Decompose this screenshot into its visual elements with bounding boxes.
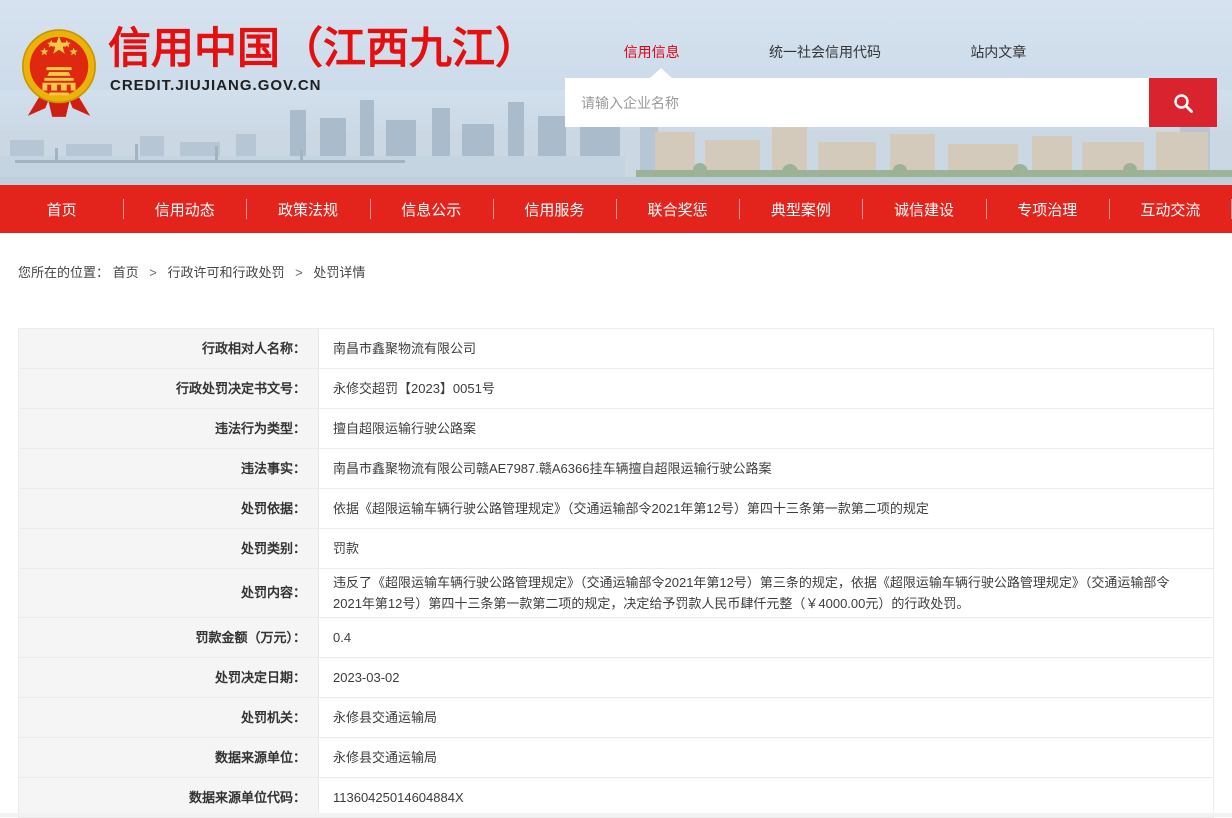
field-value: 依据《超限运输车辆行驶公路管理规定》（交通运输部令2021年第12号）第四十三条… (319, 489, 1213, 528)
nav-item-policies-regulations[interactable]: 政策法规 (246, 185, 369, 233)
search-box (565, 78, 1217, 127)
field-label: 处罚依据： (19, 489, 319, 528)
row-penalty-basis: 处罚依据： 依据《超限运输车辆行驶公路管理规定》（交通运输部令2021年第12号… (19, 489, 1213, 529)
brand-text: 信用中国（江西九江） CREDIT.JIUJIANG.GOV.CN (108, 26, 538, 94)
field-label: 违法事实： (19, 449, 319, 488)
search-tabs: 信用信息 统一社会信用代码 站内文章 (565, 42, 1085, 62)
search-tab-credit-info[interactable]: 信用信息 (565, 42, 738, 62)
site-logo: 信用中国（江西九江） CREDIT.JIUJIANG.GOV.CN (20, 26, 538, 120)
row-decision-document-number: 行政处罚决定书文号： 永修交超罚【2023】0051号 (19, 369, 1213, 409)
field-label: 处罚决定日期： (19, 658, 319, 697)
breadcrumb: 您所在的位置： 首页 > 行政许可和行政处罚 > 处罚详情 (18, 263, 1214, 283)
nav-item-typical-cases[interactable]: 典型案例 (739, 185, 862, 233)
field-value: 南昌市鑫聚物流有限公司 (319, 329, 1213, 368)
main-nav: 首页 信用动态 政策法规 信息公示 信用服务 联合奖惩 典型案例 诚信建设 专项… (0, 185, 1232, 233)
field-value: 擅自超限运输行驶公路案 (319, 409, 1213, 448)
field-value: 南昌市鑫聚物流有限公司赣AE7987.赣A6366挂车辆擅自超限运输行驶公路案 (319, 449, 1213, 488)
row-decision-date: 处罚决定日期： 2023-03-02 (19, 658, 1213, 698)
row-data-source-unit-code: 数据来源单位代码： 11360425014604884X (19, 778, 1213, 818)
search-input[interactable] (565, 78, 1149, 127)
row-party-name: 行政相对人名称： 南昌市鑫聚物流有限公司 (19, 329, 1213, 369)
field-value: 0.4 (319, 618, 1213, 657)
field-label: 处罚类别： (19, 529, 319, 568)
field-value: 违反了《超限运输车辆行驶公路管理规定》（交通运输部令2021年第12号）第三条的… (319, 569, 1213, 617)
search-tab-unified-social-credit-code[interactable]: 统一社会信用代码 (738, 42, 911, 62)
breadcrumb-home[interactable]: 首页 (113, 265, 139, 280)
row-data-source-unit: 数据来源单位： 永修县交通运输局 (19, 738, 1213, 778)
field-label: 违法行为类型： (19, 409, 319, 448)
nav-item-home[interactable]: 首页 (0, 185, 123, 233)
row-penalty-category: 处罚类别： 罚款 (19, 529, 1213, 569)
nav-item-info-disclosure[interactable]: 信息公示 (370, 185, 493, 233)
field-value: 永修交超罚【2023】0051号 (319, 369, 1213, 408)
field-label: 行政相对人名称： (19, 329, 319, 368)
field-label: 数据来源单位代码： (19, 778, 319, 817)
breadcrumb-separator: > (295, 265, 303, 280)
site-url: CREDIT.JIUJIANG.GOV.CN (110, 77, 538, 94)
breadcrumb-prefix: 您所在的位置： (18, 265, 109, 280)
row-violation-facts: 违法事实： 南昌市鑫聚物流有限公司赣AE7987.赣A6366挂车辆擅自超限运输… (19, 449, 1213, 489)
field-label: 处罚内容： (19, 569, 319, 617)
field-value: 永修县交通运输局 (319, 698, 1213, 737)
breadcrumb-penalty-detail: 处罚详情 (313, 265, 365, 280)
field-value: 罚款 (319, 529, 1213, 568)
field-label: 数据来源单位： (19, 738, 319, 777)
search-tab-site-articles[interactable]: 站内文章 (912, 42, 1085, 62)
nav-item-joint-rewards-punishments[interactable]: 联合奖惩 (616, 185, 739, 233)
search-button[interactable] (1149, 78, 1217, 127)
row-violation-type: 违法行为类型： 擅自超限运输行驶公路案 (19, 409, 1213, 449)
field-label: 行政处罚决定书文号： (19, 369, 319, 408)
field-value: 2023-03-02 (319, 658, 1213, 697)
nav-item-integrity-building[interactable]: 诚信建设 (862, 185, 985, 233)
nav-item-interaction[interactable]: 互动交流 (1109, 185, 1232, 233)
nav-item-credit-news[interactable]: 信用动态 (123, 185, 246, 233)
active-tab-pointer (650, 68, 672, 78)
national-emblem-icon (20, 26, 98, 120)
field-label: 罚款金额（万元）： (19, 618, 319, 657)
penalty-detail-table: 行政相对人名称： 南昌市鑫聚物流有限公司 行政处罚决定书文号： 永修交超罚【20… (18, 328, 1214, 818)
nav-item-special-governance[interactable]: 专项治理 (986, 185, 1109, 233)
field-label: 处罚机关： (19, 698, 319, 737)
row-penalty-authority: 处罚机关： 永修县交通运输局 (19, 698, 1213, 738)
search-icon (1171, 91, 1195, 115)
search-area: 信用信息 统一社会信用代码 站内文章 (565, 42, 1217, 127)
site-title: 信用中国（江西九江） (108, 26, 538, 73)
field-value: 11360425014604884X (319, 778, 1213, 817)
nav-item-credit-services[interactable]: 信用服务 (493, 185, 616, 233)
site-banner: 信用中国（江西九江） CREDIT.JIUJIANG.GOV.CN 信用信息 统… (0, 0, 1232, 185)
page-bottom-strip (0, 813, 1232, 817)
breadcrumb-separator: > (149, 265, 157, 280)
row-penalty-content: 处罚内容： 违反了《超限运输车辆行驶公路管理规定》（交通运输部令2021年第12… (19, 569, 1213, 618)
breadcrumb-licenses-and-penalties[interactable]: 行政许可和行政处罚 (168, 265, 285, 280)
field-value: 永修县交通运输局 (319, 738, 1213, 777)
row-fine-amount: 罚款金额（万元）： 0.4 (19, 618, 1213, 658)
